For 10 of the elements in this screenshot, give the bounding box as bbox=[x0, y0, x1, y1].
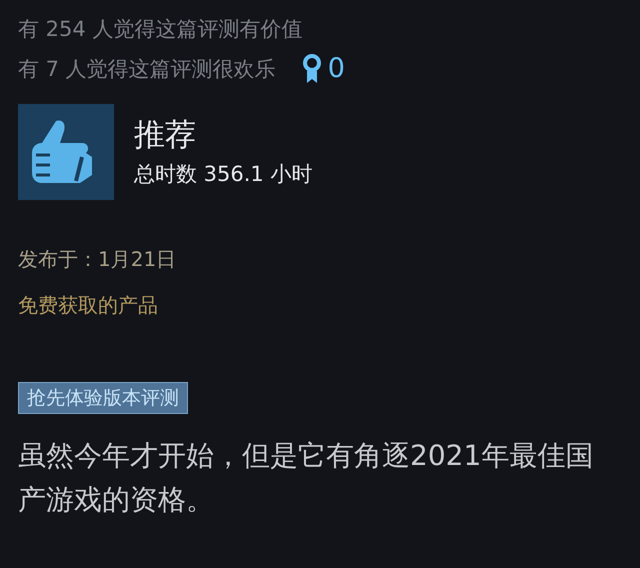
free-product-note: 免费获取的产品 bbox=[18, 292, 159, 319]
award-count: 0 bbox=[328, 54, 345, 84]
playtime-text: 总时数 356.1 小时 bbox=[134, 161, 312, 188]
verdict-label: 推荐 bbox=[134, 116, 197, 155]
funny-count-text: 有 7 人觉得这篇评测很欢乐 bbox=[18, 56, 276, 83]
award-ribbon-icon bbox=[302, 54, 322, 84]
review-text: 虽然今年才开始，但是它有角逐2021年最佳国产游戏的资格。 bbox=[18, 438, 594, 518]
helpful-count-text: 有 254 人觉得这篇评测有价值 bbox=[18, 16, 304, 43]
posted-date: 发布于：1月21日 bbox=[18, 246, 178, 273]
early-access-tag: 抢先体验版本评测 bbox=[18, 382, 188, 414]
